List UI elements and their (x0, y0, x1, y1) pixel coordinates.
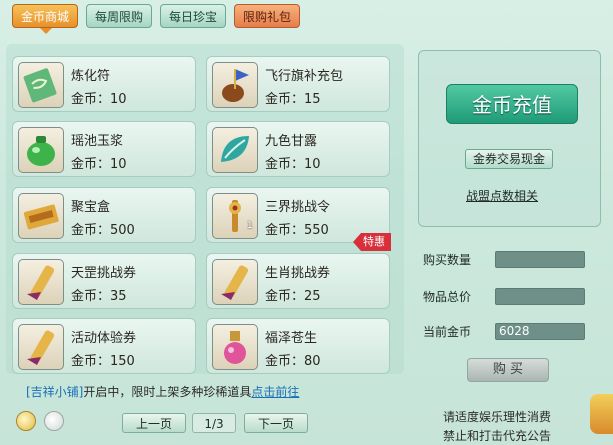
item-name: 聚宝盒 (71, 200, 111, 215)
buy-button[interactable]: 购 买 (467, 358, 549, 382)
item-price: 金币：10 (71, 157, 127, 172)
scroll-icon (18, 259, 64, 305)
active-tab-pointer (40, 28, 52, 34)
potion-bottle-icon (212, 324, 258, 370)
tab-daily-treasure[interactable]: 每日珍宝 (160, 4, 227, 28)
item-price: 金币：10 (265, 157, 321, 172)
item-price: 金币：25 (265, 289, 321, 304)
anti-proxy-notice[interactable]: 禁止和打击代充公告 (443, 427, 551, 444)
item-name: 福泽苍生 (265, 331, 318, 346)
tab-weekly-limited[interactable]: 每周限购 (86, 4, 153, 28)
shop-item[interactable]: 瑶池玉浆 金币：10 (12, 121, 196, 177)
shop-item[interactable]: 九色甘露 金币：10 (206, 121, 390, 177)
notice-link[interactable]: 点击前往 (251, 385, 299, 399)
notice-tag[interactable]: [吉祥小铺] (26, 385, 83, 399)
challenge-token-icon (212, 193, 258, 239)
tab-limited-gift[interactable]: 限购礼包 (234, 4, 301, 28)
item-name: 生肖挑战券 (265, 266, 331, 281)
shop-item[interactable]: 天罡挑战券 金币：35 (12, 253, 196, 309)
shop-item[interactable]: 1 三界挑战令 金币：550 特惠 (206, 187, 391, 251)
special-offer-badge: 特惠 (353, 233, 391, 251)
mascot-icon[interactable] (590, 394, 613, 434)
quantity-input[interactable] (495, 251, 585, 268)
item-count: 1 (247, 221, 253, 231)
nectar-leaf-icon (212, 127, 258, 173)
item-name: 瑶池玉浆 (71, 134, 124, 149)
item-name: 炼化符 (71, 69, 111, 84)
jade-jar-icon (18, 127, 64, 173)
page-indicator: 1/3 (192, 413, 236, 433)
search-icon[interactable] (16, 411, 36, 431)
notice-text: 开启中，限时上架多种珍稀道具 (83, 385, 252, 399)
flag-pouch-icon (212, 62, 258, 108)
shop-item[interactable]: 炼化符 金币：10 (12, 56, 196, 112)
voucher-exchange-button[interactable]: 金券交易现金 (465, 149, 553, 169)
total-price-field (495, 288, 585, 305)
shop-item[interactable]: 生肖挑战券 金币：25 (206, 253, 390, 309)
alliance-points-link[interactable]: 战盟点数相关 (466, 187, 538, 204)
item-price: 金币：10 (71, 92, 127, 107)
item-name: 三界挑战令 (265, 200, 331, 215)
item-price: 金币：500 (71, 223, 135, 238)
shop-notice: [吉祥小铺]开启中，限时上架多种珍稀道具点击前往 (26, 383, 299, 400)
shop-item[interactable]: 飞行旗补充包 金币：15 (206, 56, 390, 112)
next-page-button[interactable]: 下一页 (244, 413, 308, 433)
total-price-label: 物品总价 (423, 290, 472, 304)
prev-page-button[interactable]: 上一页 (122, 413, 186, 433)
scroll-icon (212, 259, 258, 305)
shop-item[interactable]: 福泽苍生 金币：80 (206, 318, 390, 374)
item-price: 金币：15 (265, 92, 321, 107)
responsible-spending-note: 请适度娱乐理性消费 (443, 410, 552, 424)
item-price: 金币：150 (71, 354, 135, 369)
item-name: 活动体验券 (71, 331, 137, 346)
item-price: 金币：35 (71, 289, 127, 304)
current-gold-label: 当前金币 (423, 325, 472, 339)
tab-gold-shop[interactable]: 金币商城 (12, 4, 79, 28)
item-name: 天罡挑战券 (71, 266, 137, 281)
item-name: 飞行旗补充包 (265, 69, 344, 84)
gold-recharge-button[interactable]: 金币充值 (446, 84, 578, 124)
scroll-icon (18, 324, 64, 370)
quantity-label: 购买数量 (423, 253, 472, 267)
shop-tabs: 金币商城 每周限购 每日珍宝 限购礼包 (12, 4, 301, 28)
talisman-icon (18, 62, 64, 108)
current-gold-field: 6028 (495, 323, 585, 340)
circle-icon[interactable] (44, 411, 64, 431)
shop-item[interactable]: 活动体验券 金币：150 (12, 318, 196, 374)
shop-item[interactable]: 聚宝盒 金币：500 (12, 187, 196, 243)
item-price: 金币：550 (265, 223, 329, 238)
item-price: 金币：80 (265, 354, 321, 369)
treasure-box-icon (18, 193, 64, 239)
item-name: 九色甘露 (265, 134, 318, 149)
